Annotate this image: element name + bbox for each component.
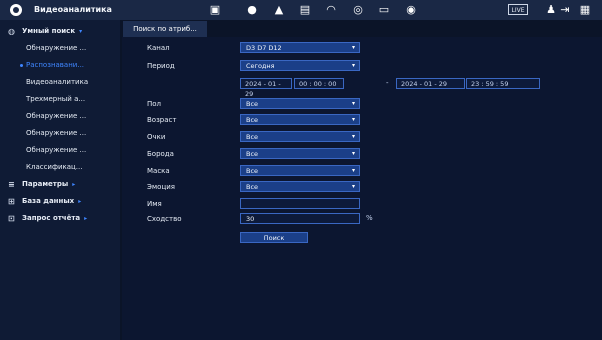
sidebar-item-face-recognition[interactable]: Распознавани...: [0, 57, 120, 74]
chevron-down-icon: ▾: [79, 28, 83, 35]
sidebar-item-database[interactable]: ⊞ База данных ▸: [0, 193, 120, 210]
age-select[interactable]: Все ▾: [240, 114, 360, 125]
alarm-icon[interactable]: ▲: [272, 3, 286, 17]
report-icon: ⊡: [8, 214, 15, 223]
beard-label: Борода: [147, 150, 174, 158]
dropdown-arrow-icon: ▾: [351, 133, 355, 140]
channel-select[interactable]: D3 D7 D12 ▾: [240, 42, 360, 53]
dropdown-arrow-icon: ▾: [351, 100, 355, 107]
period-label: Период: [147, 62, 175, 70]
chevron-right-icon: ▸: [78, 198, 82, 205]
sidebar: ◍ Умный поиск ▾ Обнаружение ... Распознав…: [0, 20, 120, 340]
gender-label: Пол: [147, 100, 162, 108]
emotion-label: Эмоция: [147, 183, 175, 191]
name-input[interactable]: [240, 198, 360, 209]
sidebar-item-report-query[interactable]: ⊡ Запрос отчёта ▸: [0, 210, 120, 227]
sidebar-item-smart-search[interactable]: ◍ Умный поиск ▾: [0, 23, 120, 40]
storage-icon[interactable]: ▤: [298, 3, 312, 17]
user-icon[interactable]: ♟: [544, 3, 558, 17]
sidebar-item-motion-detection[interactable]: Обнаружение ...: [0, 40, 120, 57]
end-time-field[interactable]: 23 : 59 : 59: [466, 78, 540, 89]
app-title: Видеоаналитика: [34, 5, 112, 14]
chevron-right-icon: ▸: [84, 215, 88, 222]
mask-select[interactable]: Все ▾: [240, 165, 360, 176]
tab-attribute-search[interactable]: Поиск по атриб...: [123, 21, 207, 37]
menu-icon[interactable]: ▦: [578, 3, 592, 17]
beard-select[interactable]: Все ▾: [240, 148, 360, 159]
analytics-icon[interactable]: ◠: [324, 3, 338, 17]
gender-select[interactable]: Все ▾: [240, 98, 360, 109]
similarity-input[interactable]: 30: [240, 213, 360, 224]
search-icon[interactable]: ●: [245, 3, 259, 17]
sidebar-item-detection-3[interactable]: Обнаружение ...: [0, 125, 120, 142]
live-button[interactable]: LIVE: [508, 4, 528, 15]
glasses-label: Очки: [147, 133, 166, 141]
end-date-field[interactable]: 2024 - 01 - 29: [396, 78, 465, 89]
channel-icon[interactable]: ◎: [351, 3, 365, 17]
sidebar-item-detection-2[interactable]: Обнаружение ...: [0, 108, 120, 125]
date-range-separator: -: [386, 79, 389, 87]
start-time-field[interactable]: 00 : 00 : 00: [294, 78, 344, 89]
logout-icon[interactable]: ⇥: [558, 3, 572, 17]
dropdown-arrow-icon: ▾: [351, 116, 355, 123]
sidebar-item-video-analytics[interactable]: Видеоаналитика: [0, 74, 120, 91]
glasses-select[interactable]: Все ▾: [240, 131, 360, 142]
dropdown-arrow-icon: ▾: [351, 150, 355, 157]
active-marker: [20, 64, 23, 67]
name-label: Имя: [147, 200, 162, 208]
similarity-label: Сходство: [147, 215, 182, 223]
smart-search-icon: ◍: [8, 27, 15, 36]
search-button[interactable]: Поиск: [240, 232, 308, 243]
mask-label: Маска: [147, 167, 170, 175]
sidebar-item-parameters[interactable]: ≡ Параметры ▸: [0, 176, 120, 193]
emotion-select[interactable]: Все ▾: [240, 181, 360, 192]
period-select[interactable]: Сегодня ▾: [240, 60, 360, 71]
chevron-right-icon: ▸: [72, 181, 76, 188]
speaker-icon[interactable]: ◉: [404, 3, 418, 17]
top-bar: Видеоаналитика ▣ ● ▲ ▤ ◠ ◎ ▭ ◉ LIVE ♟ ⇥ …: [0, 0, 602, 20]
age-label: Возраст: [147, 116, 177, 124]
sidebar-item-detection-4[interactable]: Обнаружение ...: [0, 142, 120, 159]
dropdown-arrow-icon: ▾: [351, 183, 355, 190]
dropdown-arrow-icon: ▾: [351, 44, 355, 51]
parameters-icon: ≡: [8, 180, 15, 189]
app-logo-icon: [10, 4, 22, 16]
database-icon: ⊞: [8, 197, 15, 206]
monitor-icon[interactable]: ▭: [377, 3, 391, 17]
sidebar-item-classification[interactable]: Классификац...: [0, 159, 120, 176]
playback-icon[interactable]: ▣: [208, 3, 222, 17]
channel-label: Канал: [147, 44, 170, 52]
sidebar-item-3d-analysis[interactable]: Трехмерный а...: [0, 91, 120, 108]
start-date-field[interactable]: 2024 - 01 - 29: [240, 78, 292, 98]
dropdown-arrow-icon: ▾: [351, 167, 355, 174]
dropdown-arrow-icon: ▾: [351, 62, 355, 69]
percent-sign: %: [366, 214, 373, 222]
